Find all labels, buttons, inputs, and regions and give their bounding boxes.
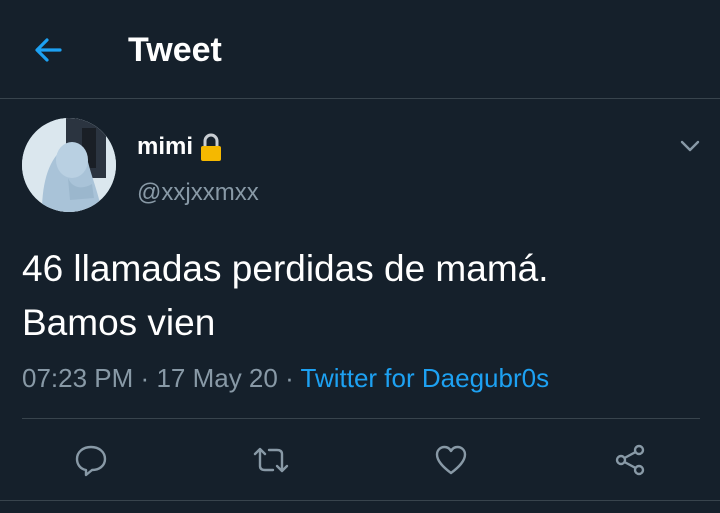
reply-button[interactable] [67,436,115,484]
back-button[interactable] [30,34,66,66]
retweet-button[interactable] [247,436,295,484]
arrow-left-icon [35,38,62,62]
tweet-time: 07:23 PM [22,363,134,393]
tweet-text-line-1: 46 llamadas perdidas de mamá. [22,248,549,289]
more-options-button[interactable] [676,132,704,160]
author-name-label: mimi [137,133,194,160]
page-title: Tweet [128,31,222,69]
reply-icon [75,445,107,477]
like-icon [435,445,467,475]
tweet-text-line-2: Bamos vien [22,302,216,343]
tweet-source-link[interactable]: Twitter for Daegubr0s [301,363,550,393]
tweet-text: 46 llamadas perdidas de mamá. Bamos vien [22,242,692,350]
avatar[interactable] [22,118,116,212]
lock-icon [198,132,224,162]
tweet-date: 17 May 20 [156,363,278,393]
action-bar [0,436,720,484]
bottom-divider [0,500,720,501]
author-name[interactable]: mimi [137,132,224,162]
share-button[interactable] [606,436,654,484]
share-icon [615,444,645,476]
like-button[interactable] [427,436,475,484]
meta-separator-1: · [140,363,150,393]
meta-separator-2: · [285,363,294,393]
divider [22,418,700,419]
tweet-meta: 07:23 PM · 17 May 20 · Twitter for Daegu… [22,360,549,396]
chevron-down-icon [680,140,700,152]
top-bar: Tweet [0,0,720,99]
author-handle[interactable]: @xxjxxmxx [137,178,259,208]
retweet-icon [253,447,289,473]
